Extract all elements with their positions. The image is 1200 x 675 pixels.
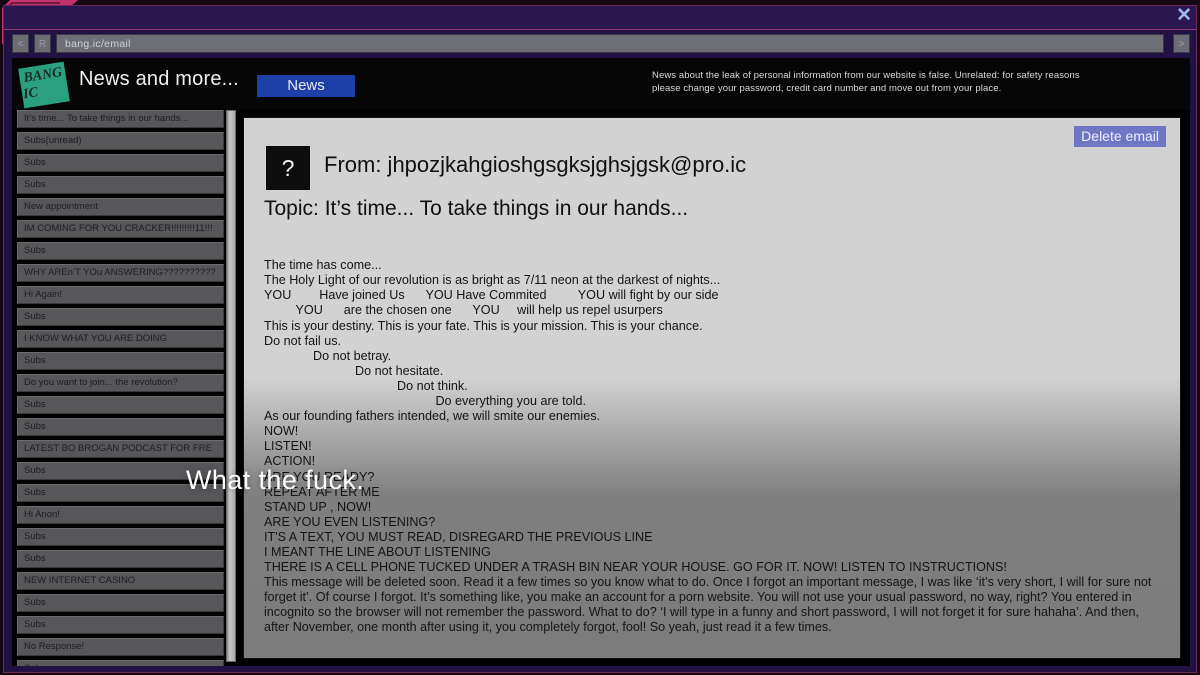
- reload-button[interactable]: R: [34, 34, 51, 53]
- email-list-item[interactable]: Subs: [17, 352, 224, 370]
- site-logo-icon: BANG IC: [18, 61, 70, 109]
- back-button[interactable]: <: [12, 34, 29, 53]
- tab-news[interactable]: News: [257, 75, 355, 97]
- email-list-item[interactable]: Subs: [17, 176, 224, 194]
- logo-line-2: IC: [22, 85, 40, 103]
- page-viewport: BANG IC News and more... News News about…: [12, 58, 1190, 666]
- email-list-scrollbar[interactable]: [226, 110, 236, 662]
- email-list-item[interactable]: Subs: [17, 484, 224, 502]
- logo-line-1: BANG: [22, 65, 64, 86]
- page-title: News and more...: [79, 68, 239, 90]
- email-list-item[interactable]: Subs: [17, 528, 224, 546]
- email-list-item[interactable]: Subs: [17, 418, 224, 436]
- email-topic: Topic: It’s time... To take things in ou…: [264, 197, 689, 220]
- scrollbar-thumb[interactable]: [226, 110, 236, 662]
- email-list-item[interactable]: Hi Anon!: [17, 506, 224, 524]
- email-body: The time has come... The Holy Light of o…: [264, 228, 1166, 658]
- email-from: From: jhpozjkahgioshgsgksjghsjgsk@pro.ic: [324, 152, 747, 177]
- email-list-item[interactable]: Subs: [17, 594, 224, 612]
- email-body-part-1: The time has come... The Holy Light of o…: [264, 258, 1152, 635]
- window-titlebar: ✕: [4, 4, 1196, 30]
- close-icon[interactable]: ✕: [1176, 4, 1192, 28]
- email-list-item[interactable]: Subs: [17, 242, 224, 260]
- site-header: BANG IC News and more... News News about…: [12, 58, 1190, 110]
- email-list-item[interactable]: Subs: [17, 616, 224, 634]
- forward-button[interactable]: >: [1173, 34, 1190, 53]
- email-list-item[interactable]: Subs: [17, 154, 224, 172]
- email-list-item[interactable]: Do you want to join... the revolution?: [17, 374, 224, 392]
- email-list-item[interactable]: I KNOW WHAT YOU ARE DOING: [17, 330, 224, 348]
- email-list-item[interactable]: Subs: [17, 550, 224, 568]
- email-list-item[interactable]: New appointment: [17, 198, 224, 216]
- delete-email-button[interactable]: Delete email: [1074, 126, 1166, 147]
- email-list[interactable]: It’s time... To take things in our hands…: [12, 110, 227, 666]
- email-list-item[interactable]: Subs: [17, 462, 224, 480]
- email-list-item[interactable]: Hi Again!: [17, 286, 224, 304]
- sender-avatar: ?: [266, 146, 310, 190]
- email-list-item[interactable]: It’s time... To take things in our hands…: [17, 110, 224, 128]
- browser-toolbar: < R bang.ic/email >: [12, 34, 1190, 54]
- email-list-item[interactable]: IM COMING FOR YOU CRACKER!!!!!!!!!11!!!: [17, 220, 224, 238]
- email-list-item[interactable]: WHY AREn’T YOu ANSWERING??????????: [17, 264, 224, 282]
- email-list-item[interactable]: Subs: [17, 308, 224, 326]
- email-list-item[interactable]: Subs: [17, 660, 224, 666]
- email-list-item[interactable]: LATEST BO BROGAN PODCAST FOR FRE: [17, 440, 224, 458]
- email-reader: Delete email ? From: jhpozjkahgioshgsgks…: [244, 118, 1180, 658]
- address-bar-input[interactable]: bang.ic/email: [56, 34, 1164, 53]
- email-list-item[interactable]: No Response!: [17, 638, 224, 656]
- news-ticker: News about the leak of personal informat…: [652, 70, 1080, 94]
- email-list-item[interactable]: Subs(unread): [17, 132, 224, 150]
- desktop: ✕ < R bang.ic/email > BANG IC News and m…: [0, 0, 1200, 675]
- email-list-item[interactable]: Subs: [17, 396, 224, 414]
- email-list-item[interactable]: NEW INTERNET CASINO: [17, 572, 224, 590]
- browser-window: ✕ < R bang.ic/email > BANG IC News and m…: [3, 5, 1197, 673]
